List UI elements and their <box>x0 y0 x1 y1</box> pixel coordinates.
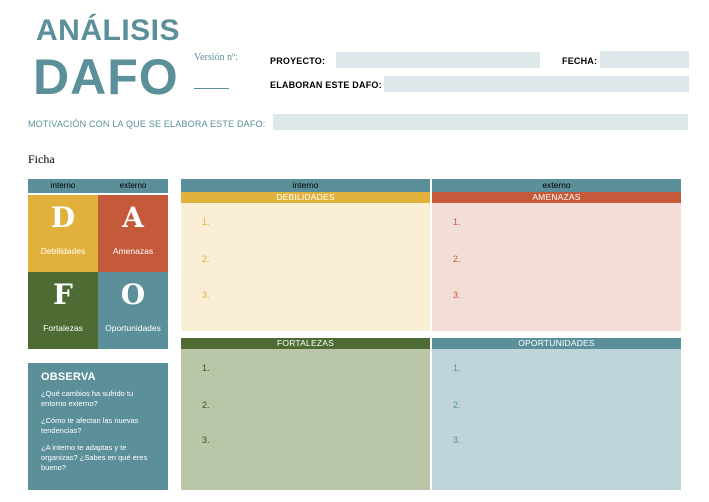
amenazas-item[interactable]: 3. <box>453 290 461 300</box>
proyecto-field[interactable] <box>336 52 540 68</box>
matrix-col-externo: externo <box>432 179 681 192</box>
elaboran-label: ELABORAN ESTE DAFO: <box>270 80 382 90</box>
legend-col-externo: externo <box>119 181 147 190</box>
elaboran-field[interactable] <box>384 76 689 92</box>
title-analisis: ANÁLISIS <box>36 14 181 47</box>
fortalezas-item[interactable]: 2. <box>202 400 210 410</box>
legend-name-debilidades: Debilidades <box>40 246 86 256</box>
amenazas-header: AMENAZAS <box>432 192 681 203</box>
legend-name-amenazas: Amenazas <box>112 246 154 256</box>
debilidades-item[interactable]: 3. <box>202 290 210 300</box>
proyecto-label: PROYECTO: <box>270 56 326 66</box>
fecha-label: FECHA: <box>562 56 598 66</box>
legend-cell-oportunidades: O Oportunidades <box>98 272 168 349</box>
oportunidades-area[interactable]: 1. 2. 3. <box>432 349 681 490</box>
letter-d: D <box>50 201 76 234</box>
observa-box: OBSERVA ¿Qué cambios ha sufrido tu entor… <box>28 363 168 490</box>
motivacion-label: MOTIVACIÓN CON LA QUE SE ELABORA ESTE DA… <box>28 119 266 129</box>
oportunidades-item[interactable]: 2. <box>453 400 461 410</box>
ficha-label: Ficha <box>28 152 55 166</box>
legend-cell-fortalezas: F Fortalezas <box>28 272 98 349</box>
debilidades-area[interactable]: 1. 2. 3. <box>181 203 430 331</box>
oportunidades-header: OPORTUNIDADES <box>432 338 681 349</box>
amenazas-item[interactable]: 1. <box>453 217 461 227</box>
fortalezas-header: FORTALEZAS <box>181 338 430 349</box>
oportunidades-item[interactable]: 3. <box>453 435 461 445</box>
observa-question: ¿A interno te adaptas y te organizas? ¿S… <box>41 443 148 472</box>
fortalezas-area[interactable]: 1. 2. 3. <box>181 349 430 490</box>
letter-o: O <box>120 278 146 311</box>
title-dafo: DAFO <box>33 49 179 105</box>
observa-question: ¿Cómo te afectan las nuevas tendencias? <box>41 416 139 435</box>
fortalezas-item[interactable]: 1. <box>202 363 210 373</box>
motivacion-field[interactable] <box>273 114 688 130</box>
fecha-field[interactable] <box>600 51 689 68</box>
letter-f: F <box>53 278 73 311</box>
fortalezas-item[interactable]: 3. <box>202 435 210 445</box>
legend-cell-debilidades: D Debilidades <box>28 195 98 272</box>
amenazas-area[interactable]: 1. 2. 3. <box>432 203 681 331</box>
version-label: Versión nº: <box>194 52 238 63</box>
debilidades-item[interactable]: 1. <box>202 217 210 227</box>
legend-header: interno externo <box>28 179 168 193</box>
oportunidades-item[interactable]: 1. <box>453 363 461 373</box>
legend-cell-amenazas: A Amenazas <box>98 195 168 272</box>
matrix-col-interno: interno <box>181 179 430 192</box>
observa-question: ¿Qué cambios ha sufrido tu entorno exter… <box>41 389 134 408</box>
observa-title: OBSERVA <box>41 371 96 383</box>
amenazas-item[interactable]: 2. <box>453 254 461 264</box>
legend-col-interno: interno <box>50 181 76 190</box>
debilidades-header: DEBILIDADES <box>181 192 430 203</box>
legend-name-fortalezas: Fortalezas <box>43 323 83 333</box>
debilidades-item[interactable]: 2. <box>202 254 210 264</box>
version-field[interactable] <box>194 88 229 89</box>
legend-name-oportunidades: Oportunidades <box>105 323 161 333</box>
letter-a: A <box>122 201 144 234</box>
